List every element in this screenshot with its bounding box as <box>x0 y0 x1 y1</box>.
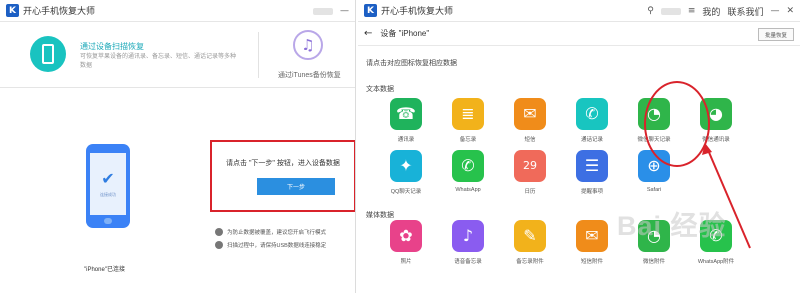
app-tile[interactable]: ✿ 照片 <box>374 220 438 265</box>
app-tile[interactable]: ✉ 短信 <box>498 98 562 143</box>
home-button-icon <box>104 218 112 224</box>
red-circle-annotation <box>644 81 710 167</box>
left-titlebar: K 开心手机恢复大师 — <box>0 0 355 22</box>
app-tile[interactable]: ✦ QQ聊天记录 <box>374 150 438 195</box>
close-icon[interactable]: ✕ <box>786 6 794 16</box>
app-label: QQ聊天记录 <box>390 189 422 195</box>
itunes-backup-label[interactable]: 通过iTunes备份恢复 <box>278 70 341 80</box>
app-logo-icon: K <box>364 4 377 17</box>
app-label: 短信附件 <box>580 259 603 265</box>
device-scan-icon[interactable] <box>30 36 66 72</box>
left-app-title: 开心手机恢复大师 <box>23 6 96 16</box>
section-media-data: 媒体数据 <box>366 212 394 219</box>
next-button[interactable]: 下一步 <box>257 178 335 195</box>
check-icon: ✔ <box>101 168 115 188</box>
account-label[interactable]: 我的 <box>702 5 720 18</box>
app-icon[interactable]: ✎ <box>514 220 546 252</box>
menu-icon[interactable]: ≡ <box>688 6 696 16</box>
connected-phone-illustration: ✔ 连接成功 <box>86 144 130 228</box>
info-icon <box>215 228 223 236</box>
info-icon <box>215 241 223 249</box>
app-label: 备忘录 <box>459 137 477 143</box>
app-tile[interactable]: ☰ 提醒事项 <box>560 150 624 195</box>
minimize-icon[interactable]: — <box>340 6 349 16</box>
app-tile[interactable]: ✎ 备忘录附件 <box>498 220 562 265</box>
app-tile[interactable]: ✉ 短信附件 <box>560 220 624 265</box>
app-icon[interactable]: ✉ <box>576 220 608 252</box>
app-icon[interactable]: ✆ <box>576 98 608 130</box>
app-icon[interactable]: ♪ <box>452 220 484 252</box>
search-icon[interactable]: ⚲ <box>647 6 654 16</box>
app-icon[interactable]: ✆ <box>452 150 484 182</box>
app-label: 日历 <box>524 189 536 195</box>
watermark-text: Bai 经验 <box>617 211 727 241</box>
left-window: K 开心手机恢复大师 — 通过设备扫描恢复 可恢复苹果设备的通讯录、备忘录、短信… <box>0 0 356 293</box>
app-icon[interactable]: ☎ <box>390 98 422 130</box>
tip-usb: 扫描过程中，请保持USB数据线连接稳定 <box>215 241 326 249</box>
app-label: 语音备忘录 <box>454 259 482 265</box>
itunes-music-icon[interactable]: ♫ <box>293 30 323 60</box>
batch-restore-button[interactable]: 批量恢复 <box>758 28 794 41</box>
app-tile[interactable]: 29 日历 <box>498 150 562 195</box>
next-step-highlight: 请点击 "下一步" 按钮，进入设备数据 下一步 <box>210 140 355 212</box>
blurred-account-icon[interactable] <box>660 7 681 15</box>
app-tile[interactable]: ✆ WhatsApp <box>436 150 500 193</box>
contact-us-link[interactable]: 联系我们 <box>727 5 763 18</box>
minimize-icon[interactable]: — <box>770 6 779 16</box>
tip2-text: 扫描过程中，请保持USB数据线连接稳定 <box>227 243 327 249</box>
app-label: 短信 <box>524 137 536 143</box>
divider <box>258 32 259 78</box>
instruction-text: 请点击对应图标恢复相应数据 <box>366 60 457 67</box>
recovery-options: 通过设备扫描恢复 可恢复苹果设备的通讯录、备忘录、短信、通话记录等多种数据 ♫ … <box>0 22 355 88</box>
right-titlebar: K 开心手机恢复大师 ⚲ ≡ 我的 联系我们 — ✕ <box>358 0 800 22</box>
app-icon[interactable]: ≣ <box>452 98 484 130</box>
app-tile[interactable]: ☎ 通讯录 <box>374 98 438 143</box>
app-label: WhatsApp <box>455 187 481 193</box>
next-step-hint: 请点击 "下一步" 按钮，进入设备数据 <box>226 160 340 167</box>
app-icon[interactable]: 29 <box>514 150 546 182</box>
tip1-text: 为防止数据被覆盖，建议您开启飞行模式 <box>227 230 327 236</box>
device-bar: ← 设备 "iPhone" 批量恢复 <box>358 22 800 46</box>
phone-connected-caption: "iPhone"已连接 <box>84 267 125 273</box>
app-logo-icon: K <box>6 4 19 17</box>
app-icon[interactable]: ✿ <box>390 220 422 252</box>
section-text-data: 文本数据 <box>366 86 394 93</box>
app-label: 微信附件 <box>642 259 665 265</box>
connected-text: 连接成功 <box>100 191 116 197</box>
tip-airplane-mode: 为防止数据被覆盖，建议您开启飞行模式 <box>215 228 326 236</box>
app-icon[interactable]: ✦ <box>390 150 422 182</box>
device-label: 设备 "iPhone" <box>380 29 430 38</box>
app-label: Safari <box>646 187 662 193</box>
right-app-title: 开心手机恢复大师 <box>381 6 454 16</box>
app-icon[interactable]: ✉ <box>514 98 546 130</box>
blurred-account-icon[interactable] <box>313 7 333 15</box>
app-label: 通讯录 <box>397 137 415 143</box>
app-label: WhatsApp附件 <box>697 259 735 265</box>
app-label: 照片 <box>400 259 412 265</box>
app-label: 通话记录 <box>580 137 603 143</box>
device-scan-title[interactable]: 通过设备扫描恢复 <box>80 41 144 52</box>
app-tile[interactable]: ♪ 语音备忘录 <box>436 220 500 265</box>
app-tile[interactable]: ≣ 备忘录 <box>436 98 500 143</box>
app-label: 提醒事项 <box>580 189 603 195</box>
app-tile[interactable]: ✆ 通话记录 <box>560 98 624 143</box>
back-arrow-icon[interactable]: ← <box>364 28 372 39</box>
app-icon[interactable]: ☰ <box>576 150 608 182</box>
device-scan-desc: 可恢复苹果设备的通讯录、备忘录、短信、通话记录等多种数据 <box>80 54 237 69</box>
right-window: K 开心手机恢复大师 ⚲ ≡ 我的 联系我们 — ✕ ← 设备 "iPhone"… <box>358 0 800 293</box>
app-label: 备忘录附件 <box>516 259 544 265</box>
